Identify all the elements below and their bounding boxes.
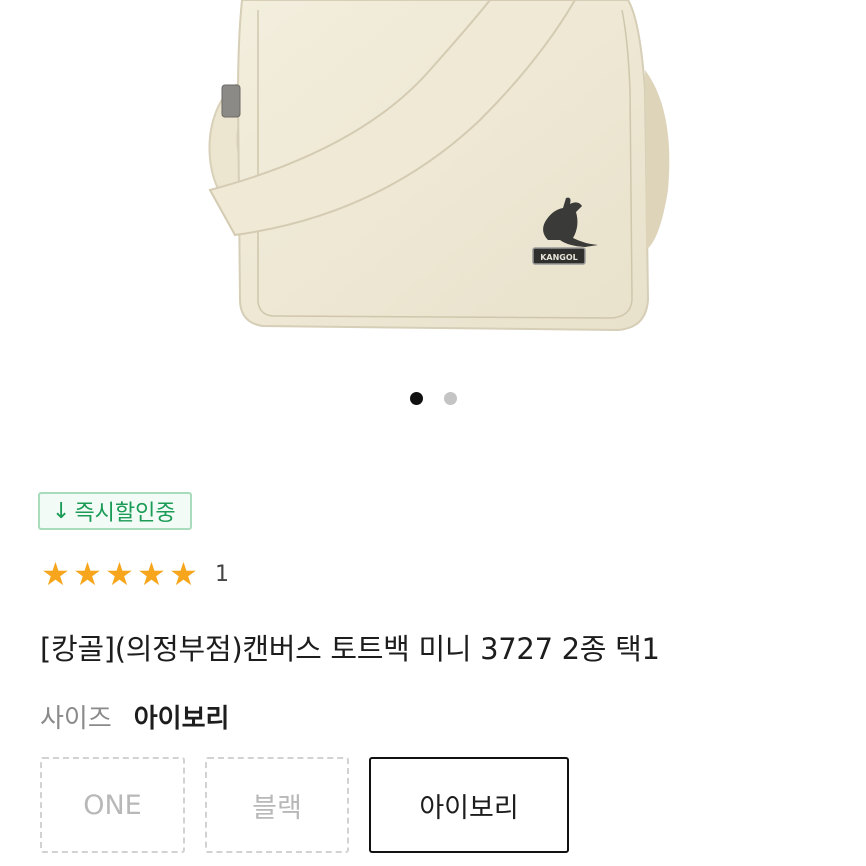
option-ivory-button[interactable]: 아이보리 [369, 757, 569, 853]
star-icon: ★ [105, 555, 134, 593]
star-rating: ★ ★ ★ ★ ★ [40, 556, 199, 592]
option-one-button[interactable]: ONE [40, 757, 185, 853]
product-image[interactable]: KANGOL [0, 0, 866, 345]
bag-illustration: KANGOL [208, 0, 670, 332]
option-choices: ONE 블랙 아이보리 [40, 757, 569, 853]
option-header: 사이즈 아이보리 [40, 698, 229, 735]
down-arrow-icon: ↓ [52, 498, 71, 524]
carousel-dot-2[interactable] [443, 392, 457, 405]
brand-tag-text: KANGOL [540, 253, 578, 262]
instant-discount-badge: ↓ 즉시할인중 [38, 492, 192, 530]
badge-label: 즉시할인중 [74, 501, 176, 526]
star-icon: ★ [41, 555, 70, 593]
carousel-dot-1[interactable] [409, 392, 423, 405]
option-selected-value: 아이보리 [133, 704, 230, 734]
option-black-button[interactable]: 블랙 [205, 757, 349, 853]
option-label: 사이즈 [40, 704, 112, 734]
star-icon: ★ [137, 555, 166, 593]
star-icon: ★ [73, 555, 102, 593]
product-title: [캉골](의정부점)캔버스 토트백 미니 3727 2종 택1 [40, 632, 660, 666]
rating[interactable]: ★ ★ ★ ★ ★ 1 [40, 556, 229, 592]
carousel-indicator [0, 392, 866, 405]
review-count[interactable]: 1 [215, 562, 229, 587]
star-icon: ★ [169, 555, 198, 593]
